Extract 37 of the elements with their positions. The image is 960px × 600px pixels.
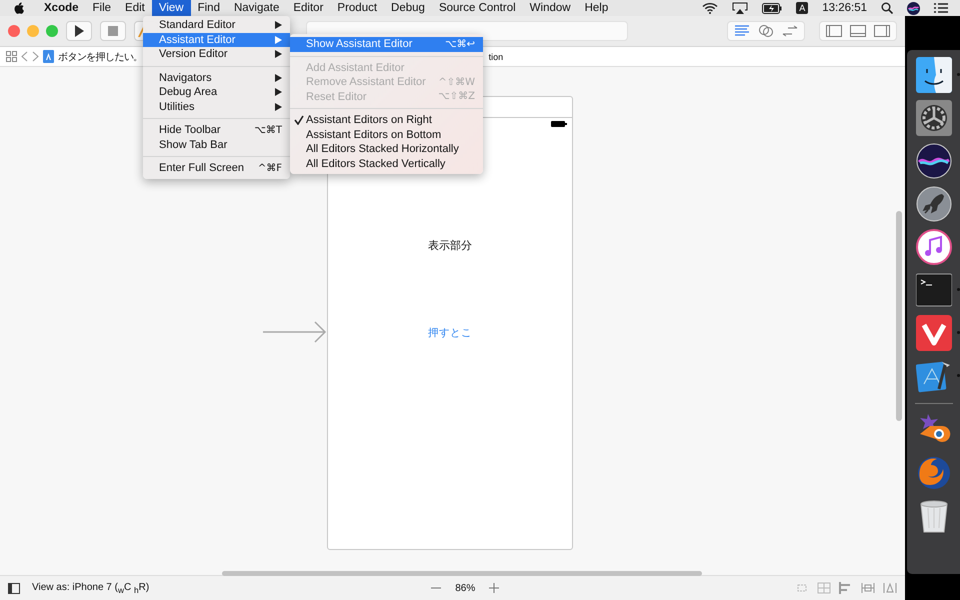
menu-title[interactable]: Edit bbox=[118, 0, 152, 16]
menu-item[interactable]: Navigators bbox=[143, 70, 290, 85]
menu-title[interactable]: Help bbox=[578, 0, 616, 16]
menu-item[interactable]: Hide Toolbar ⌥⌘T bbox=[143, 123, 290, 138]
menu-item[interactable]: Enter Full Screen ^⌘F bbox=[143, 161, 290, 176]
input-source-indicator[interactable]: A bbox=[796, 2, 808, 14]
clock[interactable]: 13:26:51 bbox=[822, 2, 867, 14]
menu-title[interactable]: Xcode bbox=[37, 0, 86, 16]
menu-title[interactable]: Navigate bbox=[226, 0, 286, 16]
menu-title[interactable]: Source Control bbox=[432, 0, 523, 16]
menu-item[interactable]: Assistant Editor bbox=[143, 32, 290, 47]
menu-item[interactable]: All Editors Stacked Horizontally bbox=[290, 142, 483, 156]
menu-item[interactable]: Version Editor bbox=[143, 47, 290, 62]
view-as-label[interactable]: View as: iPhone 7 ($_{w}$C $_{h}$R) bbox=[32, 582, 150, 594]
menu-title[interactable]: Debug bbox=[384, 0, 432, 16]
menu-item[interactable]: Assistant Editors on Bottom bbox=[290, 128, 483, 142]
menu-item: Add Assistant Editor bbox=[305, 60, 406, 75]
menu-item[interactable]: Show Tab Bar bbox=[143, 138, 290, 152]
menu-item[interactable]: Show Assistant Editor ⌥⌘↩ bbox=[290, 37, 483, 52]
menu-item[interactable]: Utilities bbox=[143, 100, 290, 114]
menu-title[interactable]: Window bbox=[522, 0, 578, 16]
menu-item[interactable]: Debug Area bbox=[143, 85, 290, 100]
menu-item[interactable]: Assistant Editors on Right bbox=[290, 113, 483, 128]
menu-item: Reset Editor ⌥⇧⌘Z bbox=[305, 90, 476, 104]
breadcrumb-item[interactable]: ボタンを押したい。 bbox=[58, 50, 143, 64]
menu-title[interactable]: Find bbox=[190, 0, 227, 16]
menu-title[interactable]: File bbox=[86, 0, 118, 16]
menu-title[interactable]: View bbox=[152, 0, 191, 16]
display-label: 表示部分 bbox=[427, 238, 473, 253]
breadcrumb-item[interactable]: tion bbox=[488, 52, 504, 62]
menu-title[interactable]: Product bbox=[330, 0, 384, 16]
zoom-level: 86% bbox=[455, 582, 476, 594]
menu-item: Remove Assistant Editor ^⇧⌘W bbox=[305, 75, 476, 90]
menu-item[interactable]: Standard Editor bbox=[143, 18, 290, 32]
push-button[interactable]: 押すとこ bbox=[420, 326, 480, 340]
menu-item[interactable]: All Editors Stacked Vertically bbox=[290, 156, 483, 171]
menu-title[interactable]: Editor bbox=[286, 0, 330, 16]
